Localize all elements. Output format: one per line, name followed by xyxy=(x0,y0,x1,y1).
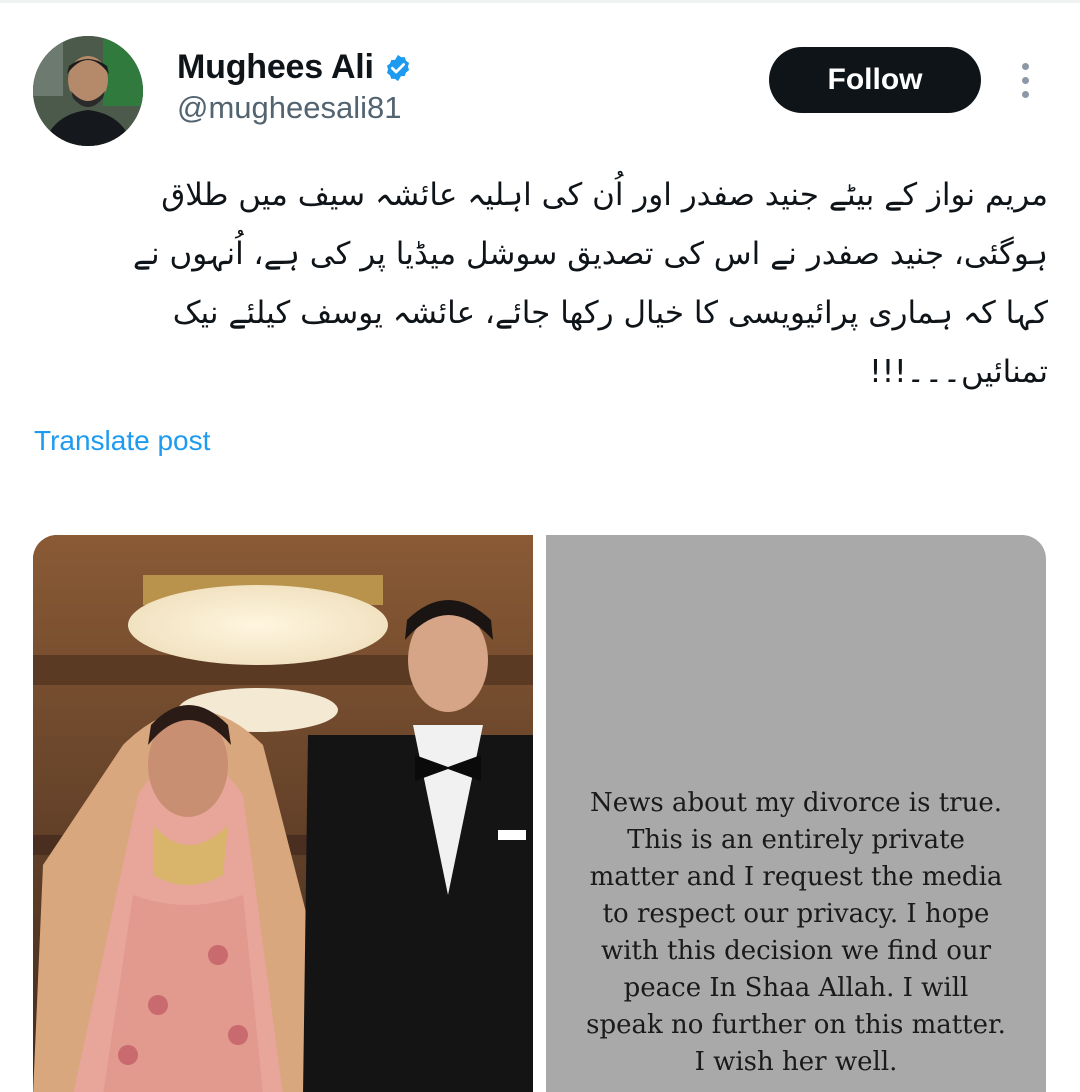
media-image-story[interactable]: News about my divorce is true. This is a… xyxy=(546,535,1046,1092)
post-text-line: تمنائیں۔۔۔!!! xyxy=(869,354,1048,390)
author-display-name[interactable]: Mughees Ali xyxy=(177,48,374,87)
more-options-icon[interactable] xyxy=(1005,58,1045,102)
media-image-wedding-photo[interactable] xyxy=(33,535,533,1092)
story-line: to respect our privacy. I hope xyxy=(602,899,990,929)
story-line: News about my divorce is true. xyxy=(589,788,1002,818)
post-text-line: کہا کہ ہماری پرائیویسی کا خیال رکھا جائے… xyxy=(172,295,1048,331)
translate-post-link[interactable]: Translate post xyxy=(34,425,210,457)
verified-badge-icon[interactable] xyxy=(383,53,413,83)
post-text-line: مریم نواز کے بیٹے جنید صفدر اور اُن کی ا… xyxy=(161,177,1048,213)
author-name-row: Mughees Ali xyxy=(177,48,413,87)
top-divider xyxy=(0,0,1080,3)
more-dot xyxy=(1021,62,1029,70)
story-line: This is an entirely private xyxy=(627,825,965,855)
story-text: News about my divorce is true. This is a… xyxy=(546,785,1046,1081)
more-dot xyxy=(1021,90,1029,98)
story-line: I wish her well. xyxy=(694,1047,898,1077)
more-dot xyxy=(1021,76,1029,84)
follow-button[interactable]: Follow xyxy=(769,47,981,113)
avatar[interactable] xyxy=(33,36,143,146)
story-line: matter and I request the media xyxy=(589,862,1003,892)
story-line: speak no further on this matter. xyxy=(586,1010,1006,1040)
post-text-line: ہوگئی، جنید صفدر نے اس کی تصدیق سوشل میڈ… xyxy=(132,236,1048,272)
story-line: with this decision we find our xyxy=(600,936,992,966)
author-handle[interactable]: @mugheesali81 xyxy=(177,90,402,126)
story-line: peace In Shaa Allah. I will xyxy=(623,973,969,1003)
post-text: مریم نواز کے بیٹے جنید صفدر اور اُن کی ا… xyxy=(40,166,1048,402)
